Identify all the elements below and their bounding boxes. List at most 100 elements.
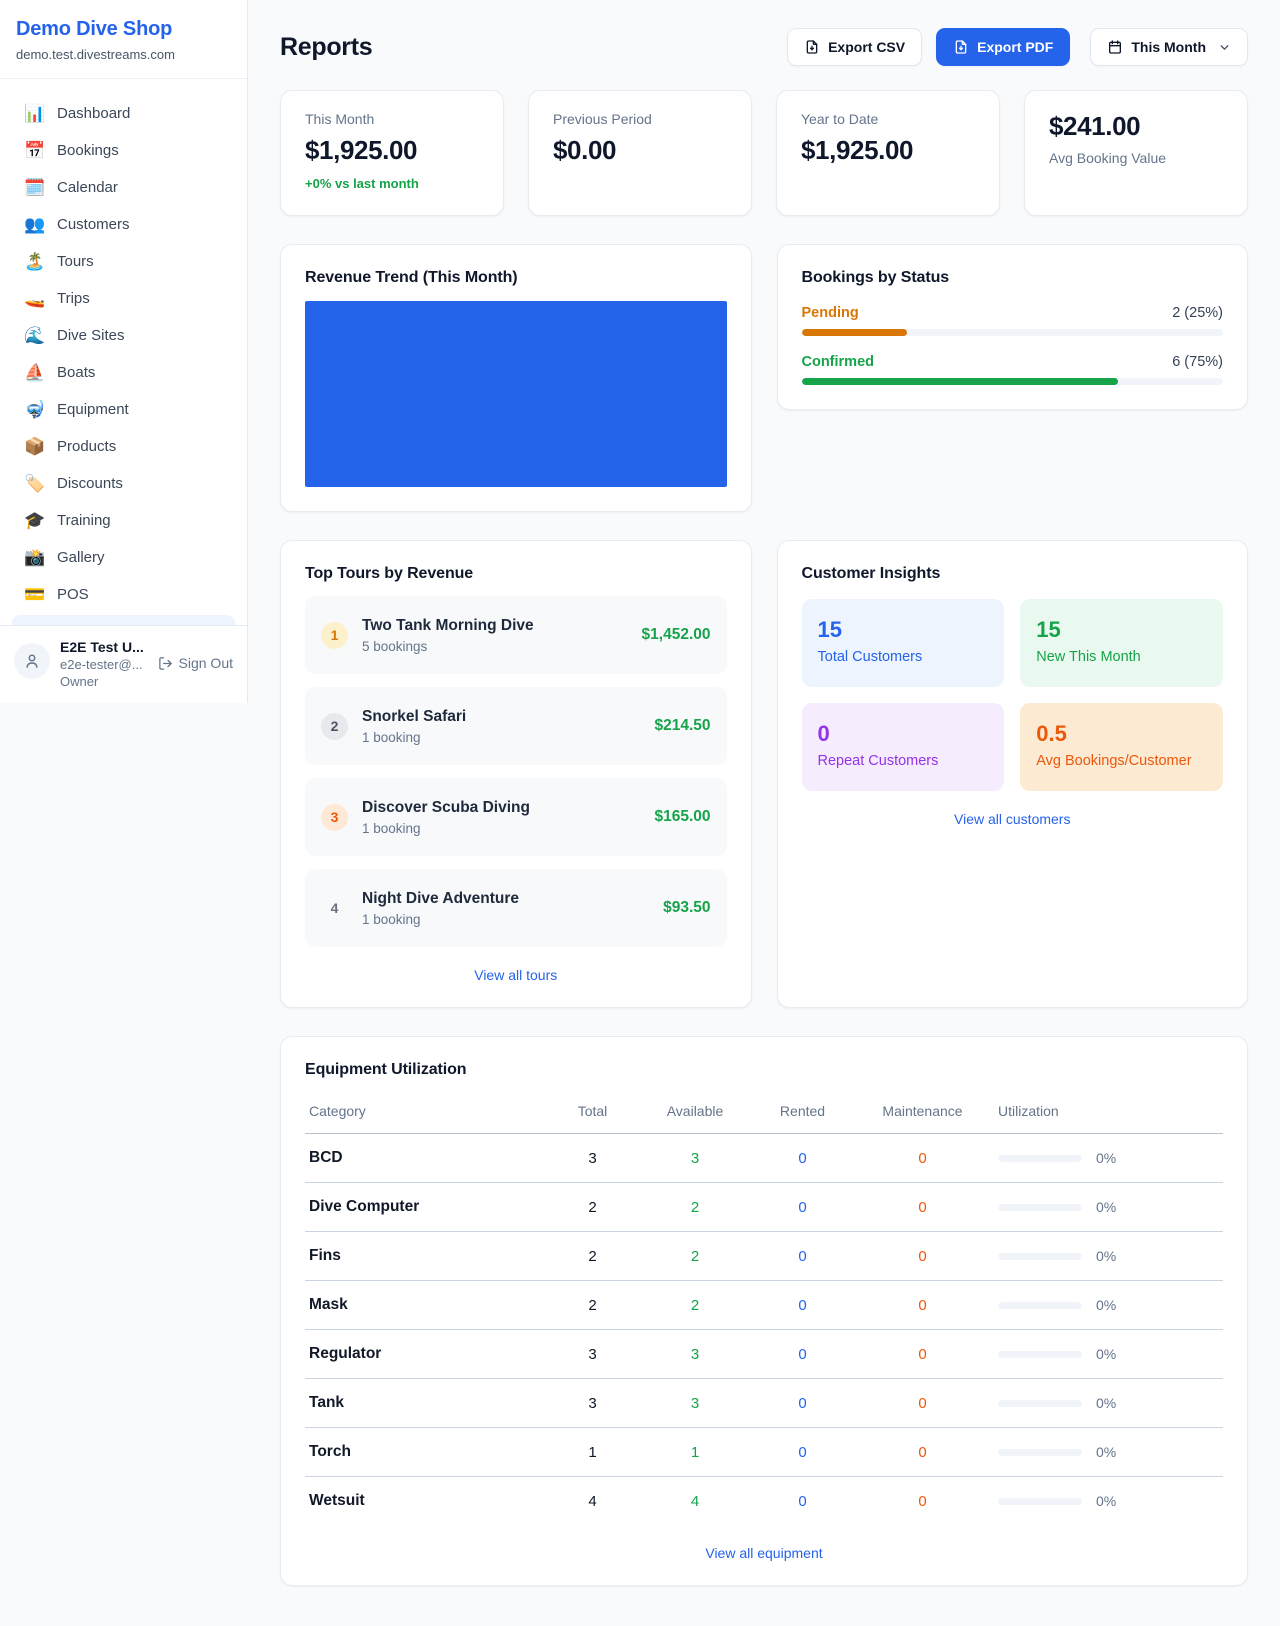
stat-value: $241.00 xyxy=(1049,111,1223,142)
cell-utilization: 0% xyxy=(990,1183,1223,1232)
sidebar-item-label: Tours xyxy=(57,253,94,270)
cell-available: 3 xyxy=(640,1379,750,1428)
rank-badge: 2 xyxy=(321,713,348,740)
stat-label: Avg Booking Value xyxy=(1049,150,1223,166)
sidebar-item-label: Boats xyxy=(57,364,95,381)
rank-badge: 4 xyxy=(321,895,348,922)
insight-label: Total Customers xyxy=(818,649,989,665)
insight-label: Avg Bookings/Customer xyxy=(1036,753,1207,769)
cell-available: 2 xyxy=(640,1232,750,1281)
stat-card-avg-booking-value: $241.00 Avg Booking Value xyxy=(1024,90,1248,216)
sidebar-item-trips[interactable]: 🚤Trips xyxy=(12,280,235,317)
table-row: Fins 2 2 0 0 0% xyxy=(305,1232,1223,1281)
insight-value: 0.5 xyxy=(1036,721,1207,747)
view-all-equipment-link[interactable]: View all equipment xyxy=(305,1545,1223,1561)
cell-available: 3 xyxy=(640,1330,750,1379)
tour-name: Snorkel Safari xyxy=(362,708,466,726)
sidebar-item-pos[interactable]: 💳POS xyxy=(12,576,235,613)
status-bar-track xyxy=(802,329,1224,336)
table-header-row: Category Total Available Rented Maintena… xyxy=(305,1093,1223,1134)
calendar-pad-icon: 🗓️ xyxy=(24,179,44,196)
column-header: Rented xyxy=(750,1093,855,1134)
insight-label: Repeat Customers xyxy=(818,753,989,769)
period-dropdown[interactable]: This Month xyxy=(1090,28,1248,66)
status-label: Pending xyxy=(802,305,859,321)
sidebar-item-label: POS xyxy=(57,586,89,603)
tour-bookings: 5 bookings xyxy=(362,639,534,654)
view-all-tours-link[interactable]: View all tours xyxy=(305,967,727,983)
cell-total: 3 xyxy=(545,1134,640,1183)
utilization-percent: 0% xyxy=(1096,1493,1116,1509)
sidebar-item-dive-sites[interactable]: 🌊Dive Sites xyxy=(12,317,235,354)
user-email: e2e-tester@... xyxy=(60,657,144,672)
table-row: Tank 3 3 0 0 0% xyxy=(305,1379,1223,1428)
export-pdf-button[interactable]: Export PDF xyxy=(936,28,1070,66)
cell-utilization: 0% xyxy=(990,1330,1223,1379)
cell-utilization: 0% xyxy=(990,1232,1223,1281)
sidebar-item-label: Dashboard xyxy=(57,105,130,122)
tour-row: 2 Snorkel Safari1 booking $214.50 xyxy=(305,687,727,765)
sidebar-item-gallery[interactable]: 📸Gallery xyxy=(12,539,235,576)
tour-row: 1 Two Tank Morning Dive5 bookings $1,452… xyxy=(305,596,727,674)
sign-out-button[interactable]: Sign Out xyxy=(158,655,233,671)
cell-utilization: 0% xyxy=(990,1428,1223,1477)
insight-value: 15 xyxy=(818,617,989,643)
cell-available: 3 xyxy=(640,1134,750,1183)
sidebar-item-discounts[interactable]: 🏷️Discounts xyxy=(12,465,235,502)
export-csv-button[interactable]: Export CSV xyxy=(787,28,922,66)
page-header: Reports Export CSV Export PDF This Month xyxy=(280,28,1248,66)
cell-total: 2 xyxy=(545,1232,640,1281)
period-label: This Month xyxy=(1131,39,1206,55)
insight-value: 15 xyxy=(1036,617,1207,643)
tour-revenue: $1,452.00 xyxy=(642,626,711,644)
utilization-percent: 0% xyxy=(1096,1395,1116,1411)
sidebar-item-products[interactable]: 📦Products xyxy=(12,428,235,465)
stat-card-previous-period: Previous Period $0.00 xyxy=(528,90,752,216)
export-csv-label: Export CSV xyxy=(828,39,905,55)
sidebar-item-bookings[interactable]: 📅Bookings xyxy=(12,132,235,169)
sidebar-nav: 📊Dashboard 📅Bookings 🗓️Calendar 👥Custome… xyxy=(0,79,247,613)
revenue-trend-card: Revenue Trend (This Month) xyxy=(280,244,752,512)
speedboat-icon: 🚤 xyxy=(24,290,44,307)
utilization-percent: 0% xyxy=(1096,1346,1116,1362)
sidebar-item-equipment[interactable]: 🤿Equipment xyxy=(12,391,235,428)
table-row: Wetsuit 4 4 0 0 0% xyxy=(305,1477,1223,1526)
sidebar-item-boats[interactable]: ⛵Boats xyxy=(12,354,235,391)
sidebar-item-label: Training xyxy=(57,512,111,529)
utilization-bar-track xyxy=(998,1155,1082,1162)
column-header: Available xyxy=(640,1093,750,1134)
sidebar-item-reports-partial[interactable] xyxy=(12,615,235,625)
cell-category: Torch xyxy=(305,1428,545,1477)
utilization-percent: 0% xyxy=(1096,1248,1116,1264)
cell-category: Fins xyxy=(305,1232,545,1281)
cell-utilization: 0% xyxy=(990,1134,1223,1183)
sidebar-item-tours[interactable]: 🏝️Tours xyxy=(12,243,235,280)
utilization-bar-track xyxy=(998,1302,1082,1309)
status-value: 6 (75%) xyxy=(1172,354,1223,370)
utilization-percent: 0% xyxy=(1096,1150,1116,1166)
stat-value: $1,925.00 xyxy=(305,135,479,166)
stat-card-this-month: This Month $1,925.00 +0% vs last month xyxy=(280,90,504,216)
cell-available: 2 xyxy=(640,1281,750,1330)
column-header: Maintenance xyxy=(855,1093,990,1134)
cell-category: Tank xyxy=(305,1379,545,1428)
calendar-date-icon: 📅 xyxy=(24,142,44,159)
table-row: Regulator 3 3 0 0 0% xyxy=(305,1330,1223,1379)
sidebar-item-training[interactable]: 🎓Training xyxy=(12,502,235,539)
view-all-customers-link[interactable]: View all customers xyxy=(802,811,1224,827)
tour-name: Night Dive Adventure xyxy=(362,890,519,908)
table-row: Torch 1 1 0 0 0% xyxy=(305,1428,1223,1477)
insight-tile-total-customers: 15 Total Customers xyxy=(802,599,1005,687)
user-role: Owner xyxy=(60,674,144,689)
cell-maintenance: 0 xyxy=(855,1330,990,1379)
cell-total: 2 xyxy=(545,1281,640,1330)
cell-total: 1 xyxy=(545,1428,640,1477)
tour-bookings: 1 booking xyxy=(362,730,466,745)
sidebar-item-calendar[interactable]: 🗓️Calendar xyxy=(12,169,235,206)
tour-revenue: $165.00 xyxy=(654,808,710,826)
sidebar-item-customers[interactable]: 👥Customers xyxy=(12,206,235,243)
sidebar-item-dashboard[interactable]: 📊Dashboard xyxy=(12,95,235,132)
rank-badge: 1 xyxy=(321,622,348,649)
cell-rented: 0 xyxy=(750,1183,855,1232)
revenue-trend-chart xyxy=(305,301,727,487)
